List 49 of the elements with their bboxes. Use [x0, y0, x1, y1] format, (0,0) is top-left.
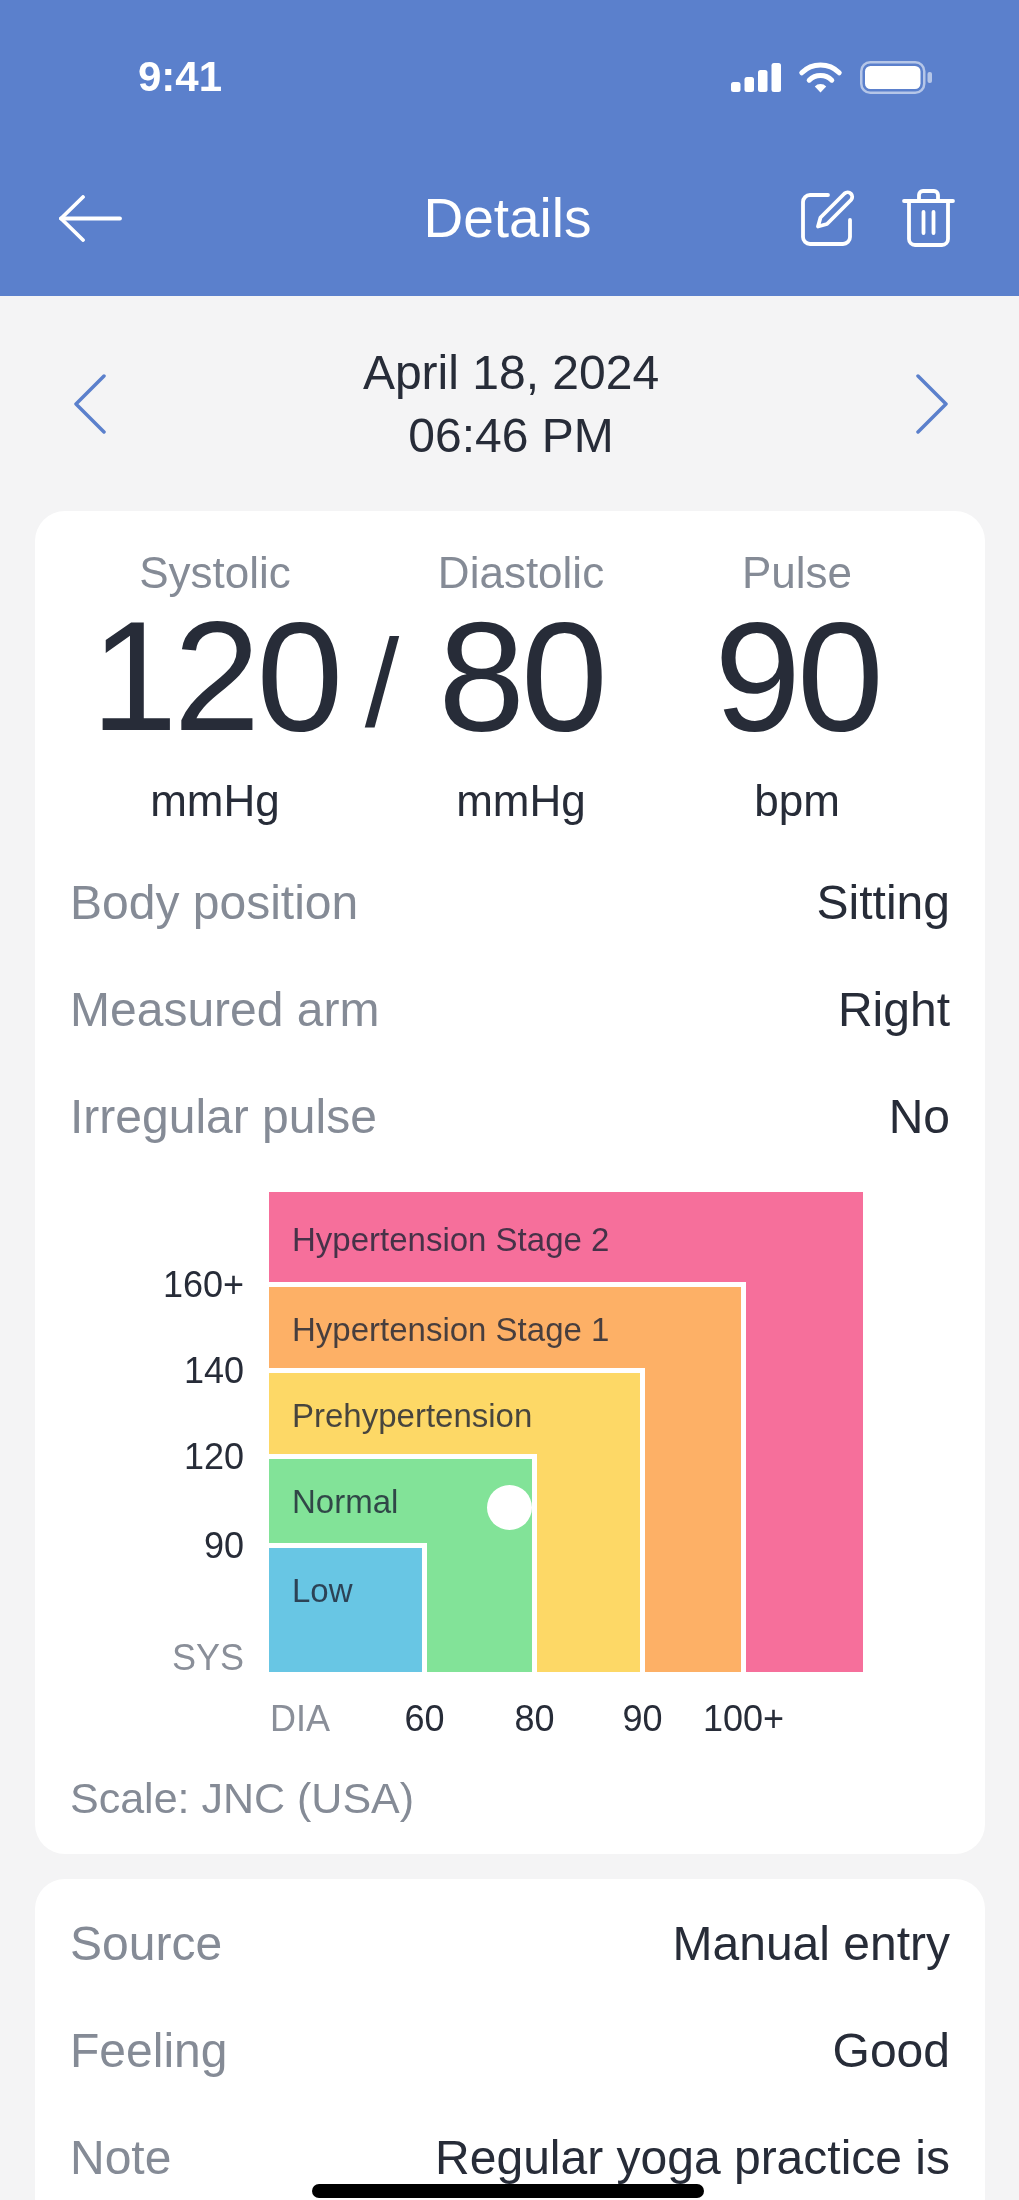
detail-value: Sitting [816, 877, 950, 928]
axis-tick-label: 120 [183, 1434, 244, 1479]
signal-icon [731, 62, 781, 92]
axis-tick-label: 90 [203, 1523, 244, 1568]
axis-tick-label: 140 [183, 1348, 244, 1393]
pencil-square-icon[interactable] [799, 188, 856, 248]
reading-label: Systolic [139, 548, 291, 598]
detail-value: Right [837, 984, 950, 1035]
detail-value: No [888, 1091, 950, 1142]
battery-icon [860, 60, 933, 94]
reading-value: 120 [90, 598, 340, 754]
scale-text: Scale: JNC (USA) [70, 1773, 415, 1823]
date-text: April 18, 2024 [362, 344, 660, 401]
axis-tick-label: 100+ [702, 1697, 785, 1741]
detail-label: Note [70, 2132, 172, 2183]
axis-title: SYS [171, 1636, 244, 1680]
detail-label: Feeling [70, 2025, 228, 2076]
wifi-icon [798, 61, 843, 93]
reading-unit: mmHg [456, 775, 586, 827]
axis-tick-label: 160+ [162, 1262, 244, 1307]
reading-label: Pulse [741, 548, 853, 598]
detail-label: Measured arm [70, 984, 380, 1035]
reading-value: 80 [438, 598, 604, 754]
reading-value: 90 [714, 598, 880, 754]
zone-label: Prehypertension [292, 1396, 533, 1436]
reading-unit: bpm [754, 775, 840, 827]
reading-unit: mmHg [150, 775, 280, 827]
detail-label: Source [70, 1918, 223, 1969]
detail-label: Irregular pulse [70, 1091, 377, 1142]
zone-label: Low [292, 1571, 353, 1611]
zone-label: Hypertension Stage 1 [292, 1310, 610, 1350]
axis-tick-label: 60 [404, 1697, 445, 1741]
status-time: 9:41 [138, 52, 223, 102]
slash-separator: / [364, 613, 400, 753]
axis-tick-label: 80 [514, 1697, 555, 1741]
detail-value: Regular yoga practice is [435, 2132, 950, 2183]
screen-title: Details [423, 186, 592, 250]
time-text: 06:46 PM [408, 407, 614, 464]
zone-label: Normal [292, 1482, 399, 1522]
detail-value: Good [832, 2025, 950, 2076]
zone-label: Hypertension Stage 2 [292, 1220, 610, 1260]
axis-title: DIA [270, 1697, 330, 1741]
detail-label: Body position [70, 877, 359, 928]
detail-value: Manual entry [672, 1918, 950, 1969]
chevron-right-icon[interactable] [915, 373, 949, 434]
chevron-left-icon[interactable] [73, 373, 107, 434]
reading-label: Diastolic [437, 548, 605, 598]
trash-icon[interactable] [901, 188, 956, 248]
axis-tick-label: 90 [622, 1697, 663, 1741]
